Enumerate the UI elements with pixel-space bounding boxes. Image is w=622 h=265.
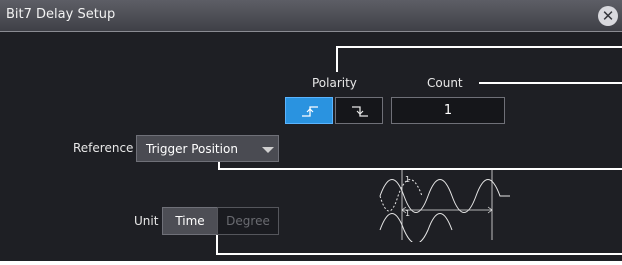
callout-line-polarity-h: [336, 46, 622, 48]
close-button[interactable]: ✕: [598, 6, 618, 26]
title-bar: Bit7 Delay Setup ✕: [0, 0, 622, 32]
callout-line-count: [479, 82, 622, 84]
diagram-marker-1: 1: [405, 175, 410, 184]
count-input[interactable]: 1: [391, 97, 505, 124]
unit-degree-button[interactable]: Degree: [217, 207, 279, 235]
diagram-marker-2: 1: [405, 209, 410, 218]
rising-edge-icon: [302, 106, 318, 117]
falling-edge-icon: [352, 106, 368, 117]
dropdown-arrow-icon: [262, 147, 274, 153]
dialog-title: Bit7 Delay Setup: [6, 7, 116, 22]
reference-label: Reference: [73, 141, 134, 155]
unit-label: Unit: [134, 214, 159, 228]
bit7-delay-setup-dialog: Bit7 Delay Setup ✕ Polarity Count 1 Refe…: [0, 0, 622, 261]
polarity-label: Polarity: [312, 76, 357, 90]
callout-line-unit-v: [216, 235, 218, 255]
reference-select[interactable]: Trigger Position: [136, 135, 279, 162]
delay-waveform-diagram: 1 1: [379, 170, 510, 242]
callout-line-polarity-v: [336, 46, 338, 72]
count-label: Count: [427, 76, 463, 90]
reference-value: Trigger Position: [146, 142, 238, 156]
callout-line-reference-h: [218, 168, 622, 170]
polarity-rising-button[interactable]: [285, 97, 333, 124]
callout-line-unit-h: [216, 253, 622, 255]
unit-time-button[interactable]: Time: [162, 207, 218, 235]
polarity-falling-button[interactable]: [335, 97, 383, 124]
close-icon: ✕: [601, 7, 615, 25]
